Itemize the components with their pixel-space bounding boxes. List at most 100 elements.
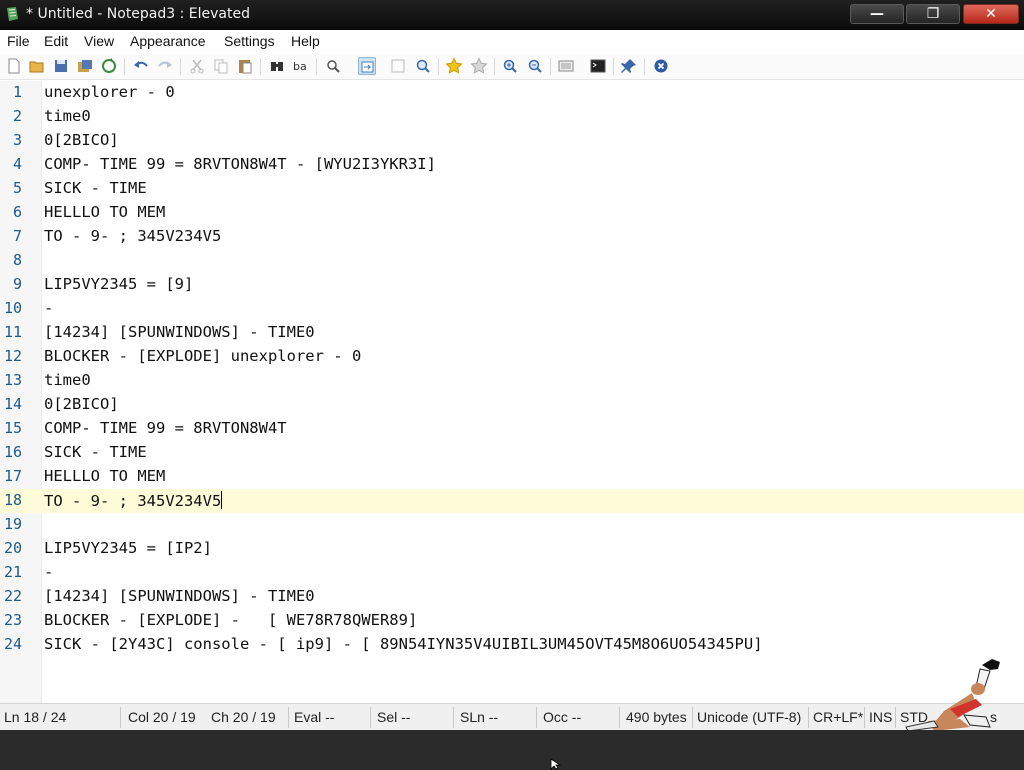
line-text: LIP5VY2345 = [9] (44, 275, 194, 293)
find-icon[interactable] (268, 57, 286, 75)
close-icon: ✕ (985, 6, 997, 22)
close-button[interactable]: ✕ (963, 4, 1019, 24)
editor-line[interactable]: 10 - (0, 297, 1024, 321)
replace-icon[interactable]: ba (292, 57, 310, 75)
editor-line[interactable]: 8 (0, 249, 1024, 273)
editor-line[interactable]: 21 - (0, 561, 1024, 585)
editor-line[interactable]: 22 [14234] [SPUNWINDOWS] - TIME0 (0, 585, 1024, 609)
window-title: * Untitled - Notepad3 : Elevated (26, 6, 250, 22)
save-as-icon[interactable] (76, 57, 94, 75)
status-sel-lines[interactable]: SLn -- (460, 709, 498, 725)
line-text: 0[2BICO] (44, 131, 119, 149)
line-text: HELLLO TO MEM (44, 467, 166, 485)
editor-line[interactable]: 24 SICK - [2Y43C] console - [ ip9] - [ 89… (0, 633, 1024, 657)
editor-line[interactable]: 11 [14234] [SPUNWINDOWS] - TIME0 (0, 321, 1024, 345)
revert-icon[interactable] (100, 57, 118, 75)
status-eol[interactable]: CR+LF* (813, 709, 863, 725)
editor-line[interactable]: 16 SICK - TIME (0, 441, 1024, 465)
line-number: 23 (3, 611, 22, 629)
line-text: - (44, 563, 54, 581)
redo-icon[interactable] (156, 57, 174, 75)
editor-line-current[interactable]: 18 TO - 9- ; 345V234V5 (0, 489, 1024, 513)
editor-line[interactable]: 12 BLOCKER - [EXPLODE] unexplorer - 0 (0, 345, 1024, 369)
goto-icon[interactable] (389, 57, 407, 75)
menu-help[interactable]: Help (291, 33, 320, 49)
line-text: TO - 9- ; 345V234V5 (44, 227, 222, 245)
open-folder-icon[interactable] (28, 57, 46, 75)
maximize-button[interactable]: ❐ (906, 4, 960, 24)
editor-line[interactable]: 15 COMP- TIME 99 = 8RVTON8W4T (0, 417, 1024, 441)
status-selection[interactable]: Sel -- (377, 709, 410, 725)
title-bar[interactable]: * Untitled - Notepad3 : Elevated — ❐ ✕ (0, 0, 1024, 30)
editor-line[interactable]: 1 unexplorer - 0 (0, 81, 1024, 105)
line-text: LIP5VY2345 = [IP2] (44, 539, 212, 557)
zoom-find-icon[interactable] (414, 57, 432, 75)
line-number: 7 (12, 227, 22, 245)
line-text: HELLLO TO MEM (44, 203, 166, 221)
status-bar: Ln 18 / 24 Col 20 / 19 Ch 20 / 19 Eval -… (0, 703, 1024, 730)
save-icon[interactable] (52, 57, 70, 75)
line-number: 18 (3, 491, 22, 509)
status-eval[interactable]: Eval -- (294, 709, 334, 725)
menu-edit[interactable]: Edit (44, 33, 68, 49)
editor-line[interactable]: 20 LIP5VY2345 = [IP2] (0, 537, 1024, 561)
editor-line[interactable]: 13 time0 (0, 369, 1024, 393)
view-whitespace-icon[interactable] (557, 57, 575, 75)
status-char[interactable]: Ch 20 / 19 (211, 709, 276, 725)
zoom-in-icon[interactable] (501, 57, 519, 75)
line-text: SICK - [2Y43C] console - [ ip9] - [ 89N5… (44, 635, 763, 653)
new-file-icon[interactable] (5, 57, 23, 75)
status-line[interactable]: Ln 18 / 24 (4, 709, 66, 725)
line-text: [14234] [SPUNWINDOWS] - TIME0 (44, 323, 315, 341)
menu-bar: File Edit View Appearance Settings Help (0, 30, 1024, 52)
toolbar: ba (0, 54, 1024, 80)
status-occurrences[interactable]: Occ -- (543, 709, 581, 725)
text-editor[interactable]: 1 unexplorer - 0 2 time0 3 0[2BICO] 4 COMP- … (0, 81, 1024, 703)
favorites-icon[interactable] (445, 57, 463, 75)
editor-line[interactable]: 2 time0 (0, 105, 1024, 129)
status-insert-mode[interactable]: INS (869, 709, 892, 725)
paste-icon[interactable] (236, 57, 254, 75)
line-number: 5 (12, 179, 22, 197)
editor-line[interactable]: 7 TO - 9- ; 345V234V5 (0, 225, 1024, 249)
editor-line[interactable]: 9 LIP5VY2345 = [9] (0, 273, 1024, 297)
minimize-button[interactable]: — (850, 4, 904, 24)
line-text: SICK - TIME (44, 179, 147, 197)
notepad3-app-icon[interactable] (4, 6, 20, 22)
editor-line[interactable]: 5 SICK - TIME (0, 177, 1024, 201)
line-number: 24 (3, 635, 22, 653)
zoom-out-icon[interactable] (526, 57, 544, 75)
editor-line[interactable]: 14 0[2BICO] (0, 393, 1024, 417)
undo-icon[interactable] (132, 57, 150, 75)
status-encoding[interactable]: Unicode (UTF-8) (697, 709, 801, 725)
line-number: 10 (3, 299, 22, 317)
minimize-icon: — (870, 6, 884, 22)
line-text: BLOCKER - [EXPLODE] unexplorer - 0 (44, 347, 362, 365)
copy-icon[interactable] (212, 57, 230, 75)
editor-line[interactable]: 17 HELLLO TO MEM (0, 465, 1024, 489)
menu-file[interactable]: File (7, 33, 30, 49)
menu-view[interactable]: View (84, 33, 114, 49)
line-text: BLOCKER - [EXPLODE] - [ WE78R78QWER89] (44, 611, 418, 629)
line-number: 12 (3, 347, 22, 365)
line-text: COMP- TIME 99 = 8RVTON8W4T (44, 419, 287, 437)
editor-line[interactable]: 19 (0, 513, 1024, 537)
line-number: 4 (12, 155, 22, 173)
cut-icon[interactable] (188, 57, 206, 75)
menu-settings[interactable]: Settings (224, 33, 275, 49)
status-column[interactable]: Col 20 / 19 (128, 709, 196, 725)
pin-icon[interactable] (620, 57, 638, 75)
line-number: 1 (12, 83, 22, 101)
editor-line[interactable]: 4 COMP- TIME 99 = 8RVTON8W4T - [WYU2I3YKR… (0, 153, 1024, 177)
terminal-icon[interactable] (589, 57, 607, 75)
add-favorite-icon[interactable] (470, 57, 488, 75)
editor-line[interactable]: 23 BLOCKER - [EXPLODE] - [ WE78R78QWER89] (0, 609, 1024, 633)
editor-line[interactable]: 3 0[2BICO] (0, 129, 1024, 153)
line-text: 0[2BICO] (44, 395, 119, 413)
editor-line[interactable]: 6 HELLLO TO MEM (0, 201, 1024, 225)
line-text: SICK - TIME (44, 443, 147, 461)
exit-icon[interactable] (652, 57, 670, 75)
find-in-files-icon[interactable] (324, 57, 342, 75)
menu-appearance[interactable]: Appearance (130, 33, 206, 49)
word-wrap-icon[interactable] (358, 57, 376, 75)
